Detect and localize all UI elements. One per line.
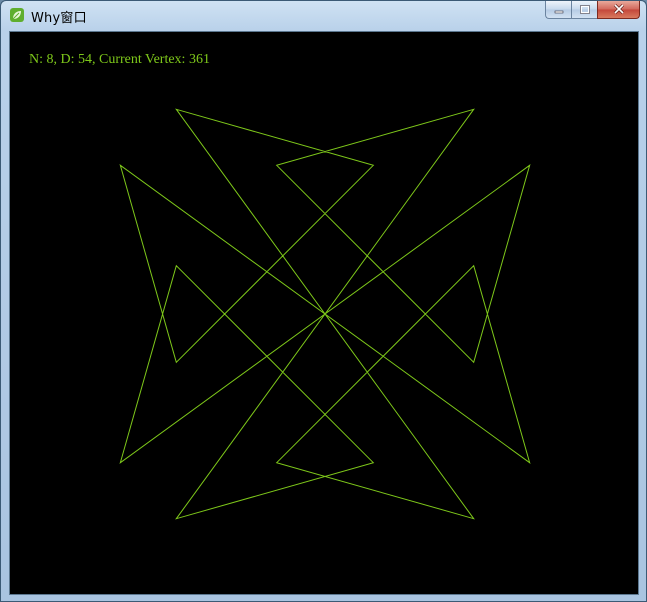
window-title: Why窗口 (31, 11, 87, 26)
app-window: Why窗口 N: 8, D: 54, Current Vertex: 361 (0, 0, 647, 602)
title-bar[interactable]: Why窗口 (1, 1, 646, 29)
maximize-icon (579, 1, 590, 19)
status-text: N: 8, D: 54, Current Vertex: 361 (29, 52, 210, 67)
close-icon (613, 1, 625, 19)
close-button[interactable] (597, 1, 640, 19)
minimize-icon (554, 1, 564, 19)
maximize-button[interactable] (571, 1, 597, 19)
minimize-button[interactable] (545, 1, 571, 19)
leaf-icon[interactable] (9, 7, 25, 23)
rose-path (119, 108, 531, 520)
maurer-rose (119, 108, 531, 520)
caption-buttons (545, 1, 640, 21)
drawing-canvas[interactable]: N: 8, D: 54, Current Vertex: 361 (9, 31, 639, 595)
